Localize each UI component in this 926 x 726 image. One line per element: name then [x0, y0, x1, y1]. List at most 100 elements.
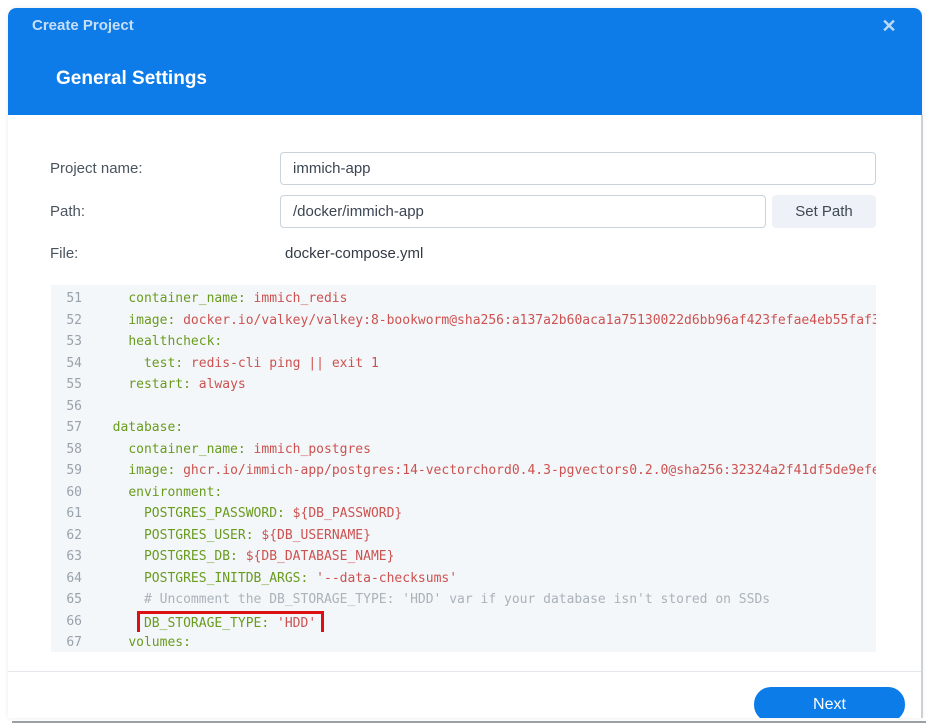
- line-number: 54: [66, 355, 82, 371]
- line-number: 57: [66, 420, 82, 435]
- annotation-highlight-box: DB_STORAGE_TYPE: 'HDD': [136, 610, 325, 632]
- code-line-text: DB_STORAGE_TYPE: 'HDD': [91, 610, 876, 632]
- code-line-text: image: ghcr.io/immich-app/postgres:14-ve…: [91, 460, 876, 482]
- line-number: 51: [66, 291, 82, 306]
- code-line-text: database:: [91, 417, 876, 439]
- code-token-comment: # Uncomment the DB_STORAGE_TYPE: 'HDD' v…: [143, 592, 771, 607]
- code-line-text: image: docker.io/valkey/valkey:8-bookwor…: [91, 310, 876, 332]
- code-token-val: ${DB_USERNAME}: [253, 527, 371, 543]
- line-number: 61: [66, 506, 82, 521]
- code-line-text: container_name: immich_postgres: [91, 439, 876, 461]
- code-line: 53 healthcheck:: [51, 331, 876, 353]
- code-line: 56: [51, 396, 876, 418]
- file-value: docker-compose.yml: [285, 245, 424, 262]
- code-token-key: POSTGRES_PASSWORD:: [143, 506, 285, 521]
- code-line-text: healthcheck:: [91, 331, 876, 353]
- code-line-text: test: redis-cli ping || exit 1: [91, 353, 876, 375]
- code-token-key: POSTGRES_USER:: [143, 527, 254, 543]
- line-number: 59: [66, 463, 82, 478]
- code-token-val: ghcr.io/immich-app/postgres:14-vectorcho…: [175, 463, 876, 478]
- code-line: 59 image: ghcr.io/immich-app/postgres:14…: [51, 460, 876, 482]
- code-line-text: container_name: immich_redis: [91, 288, 876, 310]
- line-number: 58: [66, 441, 82, 457]
- code-token-val: docker.io/valkey/valkey:8-bookworm@sha25…: [175, 312, 876, 328]
- code-line: 60 environment:: [51, 482, 876, 504]
- code-line: 54 test: redis-cli ping || exit 1: [51, 353, 876, 375]
- window-right-edge: [921, 115, 923, 718]
- code-token-key: restart:: [128, 377, 191, 392]
- code-token-val: ${DB_DATABASE_NAME}: [237, 549, 395, 564]
- path-input[interactable]: [280, 195, 766, 228]
- footer-divider: [8, 671, 922, 672]
- line-number: 56: [66, 398, 82, 414]
- set-path-button[interactable]: Set Path: [772, 195, 876, 228]
- code-line-text: restart: always: [91, 374, 876, 396]
- window-bottom-edge: [12, 721, 926, 723]
- code-line: 64 POSTGRES_INITDB_ARGS: '--data-checksu…: [51, 568, 876, 590]
- code-line: 62 POSTGRES_USER: ${DB_USERNAME}: [51, 525, 876, 547]
- code-token-val: immich_redis: [245, 291, 348, 306]
- code-token-val: always: [190, 377, 246, 392]
- code-line-text: volumes:: [91, 632, 876, 652]
- dialog-title: Create Project: [32, 17, 134, 34]
- project-name-input[interactable]: [280, 152, 876, 185]
- code-token-key: DB_STORAGE_TYPE:: [143, 615, 270, 631]
- line-number: 67: [66, 635, 82, 650]
- code-line: 57 database:: [51, 417, 876, 439]
- code-line: 67 volumes:: [51, 632, 876, 652]
- code-token-key: image:: [128, 463, 176, 478]
- line-number: 63: [66, 549, 82, 564]
- code-line-text: environment:: [91, 482, 876, 504]
- code-token-key: POSTGRES_DB:: [143, 549, 238, 564]
- code-line-text: [91, 396, 876, 418]
- code-token-val: immich_postgres: [245, 441, 371, 457]
- code-token-key: database:: [112, 420, 184, 435]
- code-token-val: redis-cli ping || exit 1: [183, 355, 379, 371]
- code-editor[interactable]: 51 container_name: immich_redis 52 image:…: [51, 285, 876, 652]
- code-line-text: POSTGRES_INITDB_ARGS: '--data-checksums': [91, 568, 876, 590]
- close-icon[interactable]: ✕: [878, 15, 900, 37]
- code-token-key: test:: [143, 355, 184, 371]
- line-number: 53: [66, 334, 82, 349]
- code-line: 65 # Uncomment the DB_STORAGE_TYPE: 'HDD…: [51, 589, 876, 611]
- code-token-val: '--data-checksums': [308, 570, 458, 586]
- code-line-text: # Uncomment the DB_STORAGE_TYPE: 'HDD' v…: [91, 589, 876, 611]
- code-line: 58 container_name: immich_postgres: [51, 439, 876, 461]
- code-line: 66 DB_STORAGE_TYPE: 'HDD': [51, 610, 876, 632]
- code-token-val: ${DB_PASSWORD}: [284, 506, 403, 521]
- line-number: 64: [66, 570, 82, 586]
- project-name-label: Project name:: [50, 160, 143, 177]
- line-number: 55: [66, 377, 82, 392]
- file-label: File:: [50, 245, 79, 262]
- code-token-key: container_name:: [128, 291, 246, 306]
- code-line: 63 POSTGRES_DB: ${DB_DATABASE_NAME}: [51, 546, 876, 568]
- code-token-key: healthcheck:: [128, 334, 223, 349]
- code-token-key: volumes:: [128, 635, 191, 650]
- line-number: 52: [66, 312, 82, 328]
- dialog-header: Create Project ✕ General Settings: [8, 8, 922, 115]
- code-line-text: POSTGRES_DB: ${DB_DATABASE_NAME}: [91, 546, 876, 568]
- create-project-dialog: Create Project ✕ General Settings Projec…: [8, 8, 922, 718]
- code-token-key: POSTGRES_INITDB_ARGS:: [143, 570, 309, 586]
- code-line-text: POSTGRES_USER: ${DB_USERNAME}: [91, 525, 876, 547]
- code-line: 55 restart: always: [51, 374, 876, 396]
- line-number: 62: [66, 527, 82, 543]
- section-title: General Settings: [56, 68, 207, 89]
- code-token-key: environment:: [128, 484, 223, 500]
- path-label: Path:: [50, 203, 86, 220]
- line-number: 65: [66, 592, 82, 607]
- code-token-key: container_name:: [128, 441, 246, 457]
- next-button[interactable]: Next: [754, 687, 905, 718]
